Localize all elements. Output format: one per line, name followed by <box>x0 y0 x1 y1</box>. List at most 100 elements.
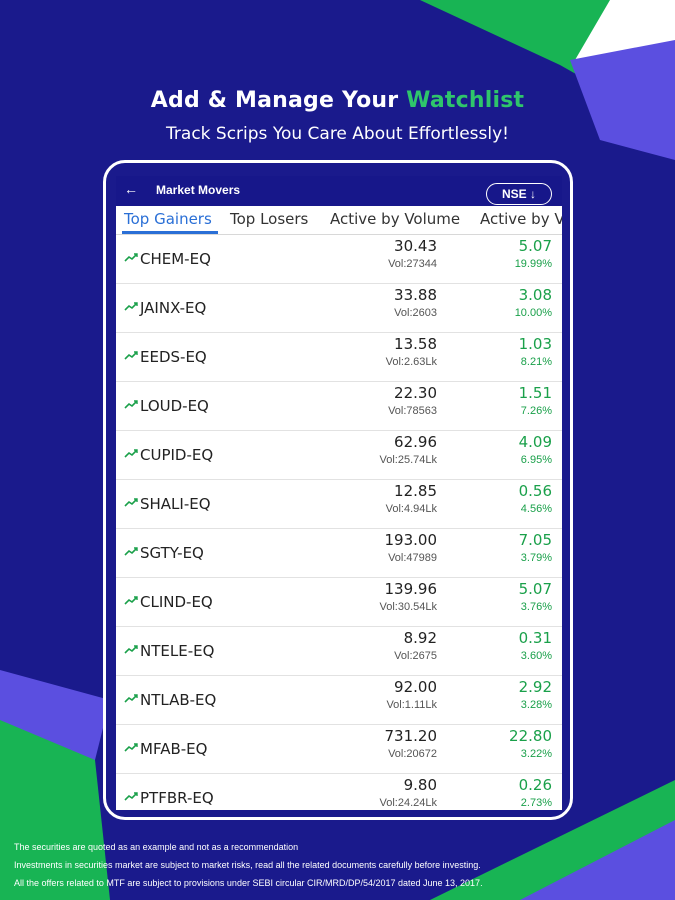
trending-up-icon <box>124 547 138 556</box>
percent-change: 3.76% <box>520 601 552 613</box>
price: 13.58 <box>394 335 437 353</box>
volume: Vol:47989 <box>388 552 437 564</box>
symbol: SHALI-EQ <box>140 495 211 513</box>
percent-change: 3.79% <box>520 552 552 564</box>
price: 8.92 <box>403 629 437 647</box>
active-tab-indicator <box>122 231 218 234</box>
headline-accent: Watchlist <box>406 88 525 113</box>
disclaimer: The securities are quoted as an example … <box>14 838 664 892</box>
list-item[interactable]: CHEM-EQ 30.43 Vol:27344 5.07 19.99% <box>116 235 562 284</box>
change: 7.05 <box>518 531 552 549</box>
headline-main: Add & Manage Your <box>150 88 407 113</box>
disclaimer-line: Investments in securities market are sub… <box>14 860 481 870</box>
trending-up-icon <box>124 253 138 262</box>
trending-up-icon <box>124 400 138 409</box>
trending-up-icon <box>124 596 138 605</box>
volume: Vol:24.24Lk <box>379 797 438 809</box>
volume: Vol:2603 <box>394 307 437 319</box>
app-bar: ← Market Movers NSE ↓ <box>116 176 562 206</box>
symbol: CUPID-EQ <box>140 446 214 464</box>
price: 12.85 <box>394 482 437 500</box>
price: 30.43 <box>394 237 437 255</box>
percent-change: 10.00% <box>514 307 552 319</box>
promo-headline: Add & Manage Your Watchlist <box>0 88 675 113</box>
trending-up-icon <box>124 302 138 311</box>
percent-change: 4.56% <box>520 503 552 515</box>
change: 1.51 <box>518 384 552 402</box>
change: 1.03 <box>518 335 552 353</box>
percent-change: 3.28% <box>520 699 552 711</box>
symbol: PTFBR-EQ <box>140 789 214 807</box>
symbol: JAINX-EQ <box>140 299 207 317</box>
trending-up-icon <box>124 694 138 703</box>
volume: Vol:4.94Lk <box>385 503 437 515</box>
percent-change: 8.21% <box>520 356 552 368</box>
list-item[interactable]: LOUD-EQ 22.30 Vol:78563 1.51 7.26% <box>116 382 562 431</box>
price: 9.80 <box>403 776 437 794</box>
disclaimer-line: The securities are quoted as an example … <box>14 842 299 852</box>
trending-up-icon <box>124 645 138 654</box>
tab-active-by-value[interactable]: Active by V <box>480 210 562 228</box>
percent-change: 3.60% <box>520 650 552 662</box>
volume: Vol:25.74Lk <box>379 454 438 466</box>
trending-up-icon <box>124 449 138 458</box>
change: 2.92 <box>518 678 552 696</box>
disclaimer-line: All the offers related to MTF are subjec… <box>14 878 483 888</box>
volume: Vol:27344 <box>388 258 437 270</box>
app-screen: ← Market Movers NSE ↓ Top Gainers Top Lo… <box>116 176 562 810</box>
symbol: CLIND-EQ <box>140 593 213 611</box>
volume: Vol:2675 <box>394 650 437 662</box>
tab-top-losers[interactable]: Top Losers <box>230 210 308 228</box>
volume: Vol:2.63Lk <box>385 356 437 368</box>
price: 193.00 <box>384 531 438 549</box>
change: 0.26 <box>518 776 552 794</box>
change: 4.09 <box>518 433 552 451</box>
tab-bar: Top Gainers Top Losers Active by Volume … <box>116 206 562 235</box>
change: 5.07 <box>518 237 552 255</box>
percent-change: 6.95% <box>520 454 552 466</box>
trending-up-icon <box>124 498 138 507</box>
price: 92.00 <box>394 678 437 696</box>
percent-change: 3.22% <box>520 748 552 760</box>
symbol: SGTY-EQ <box>140 544 204 562</box>
price: 731.20 <box>384 727 438 745</box>
trending-up-icon <box>124 351 138 360</box>
trending-up-icon <box>124 792 138 801</box>
tab-top-gainers[interactable]: Top Gainers <box>124 210 212 228</box>
list-item[interactable]: NTLAB-EQ 92.00 Vol:1.11Lk 2.92 3.28% <box>116 676 562 725</box>
list-item[interactable]: SGTY-EQ 193.00 Vol:47989 7.05 3.79% <box>116 529 562 578</box>
exchange-selector[interactable]: NSE ↓ <box>486 183 552 205</box>
volume: Vol:20672 <box>388 748 437 760</box>
change: 0.31 <box>518 629 552 647</box>
volume: Vol:78563 <box>388 405 437 417</box>
list-item[interactable]: SHALI-EQ 12.85 Vol:4.94Lk 0.56 4.56% <box>116 480 562 529</box>
list-item[interactable]: PTFBR-EQ 9.80 Vol:24.24Lk 0.26 2.73% <box>116 774 562 810</box>
volume: Vol:1.11Lk <box>386 699 437 711</box>
change: 22.80 <box>509 727 552 745</box>
arrow-left-icon[interactable]: ← <box>124 181 138 197</box>
percent-change: 7.26% <box>520 405 552 417</box>
list-item[interactable]: JAINX-EQ 33.88 Vol:2603 3.08 10.00% <box>116 284 562 333</box>
tab-active-by-volume[interactable]: Active by Volume <box>330 210 460 228</box>
list-item[interactable]: MFAB-EQ 731.20 Vol:20672 22.80 3.22% <box>116 725 562 774</box>
symbol: EEDS-EQ <box>140 348 207 366</box>
percent-change: 19.99% <box>514 258 552 270</box>
percent-change: 2.73% <box>520 797 552 809</box>
promo-subtitle: Track Scrips You Care About Effortlessly… <box>166 124 509 144</box>
symbol: NTELE-EQ <box>140 642 215 660</box>
list-item[interactable]: CLIND-EQ 139.96 Vol:30.54Lk 5.07 3.76% <box>116 578 562 627</box>
movers-list: CHEM-EQ 30.43 Vol:27344 5.07 19.99% JAIN… <box>116 235 562 810</box>
volume: Vol:30.54Lk <box>379 601 438 613</box>
trending-up-icon <box>124 743 138 752</box>
price: 139.96 <box>384 580 438 598</box>
symbol: LOUD-EQ <box>140 397 209 415</box>
change: 3.08 <box>518 286 552 304</box>
list-item[interactable]: EEDS-EQ 13.58 Vol:2.63Lk 1.03 8.21% <box>116 333 562 382</box>
page-title: Market Movers <box>156 183 241 197</box>
price: 22.30 <box>394 384 437 402</box>
list-item[interactable]: CUPID-EQ 62.96 Vol:25.74Lk 4.09 6.95% <box>116 431 562 480</box>
symbol: NTLAB-EQ <box>140 691 217 709</box>
list-item[interactable]: NTELE-EQ 8.92 Vol:2675 0.31 3.60% <box>116 627 562 676</box>
change: 0.56 <box>518 482 552 500</box>
symbol: MFAB-EQ <box>140 740 208 758</box>
